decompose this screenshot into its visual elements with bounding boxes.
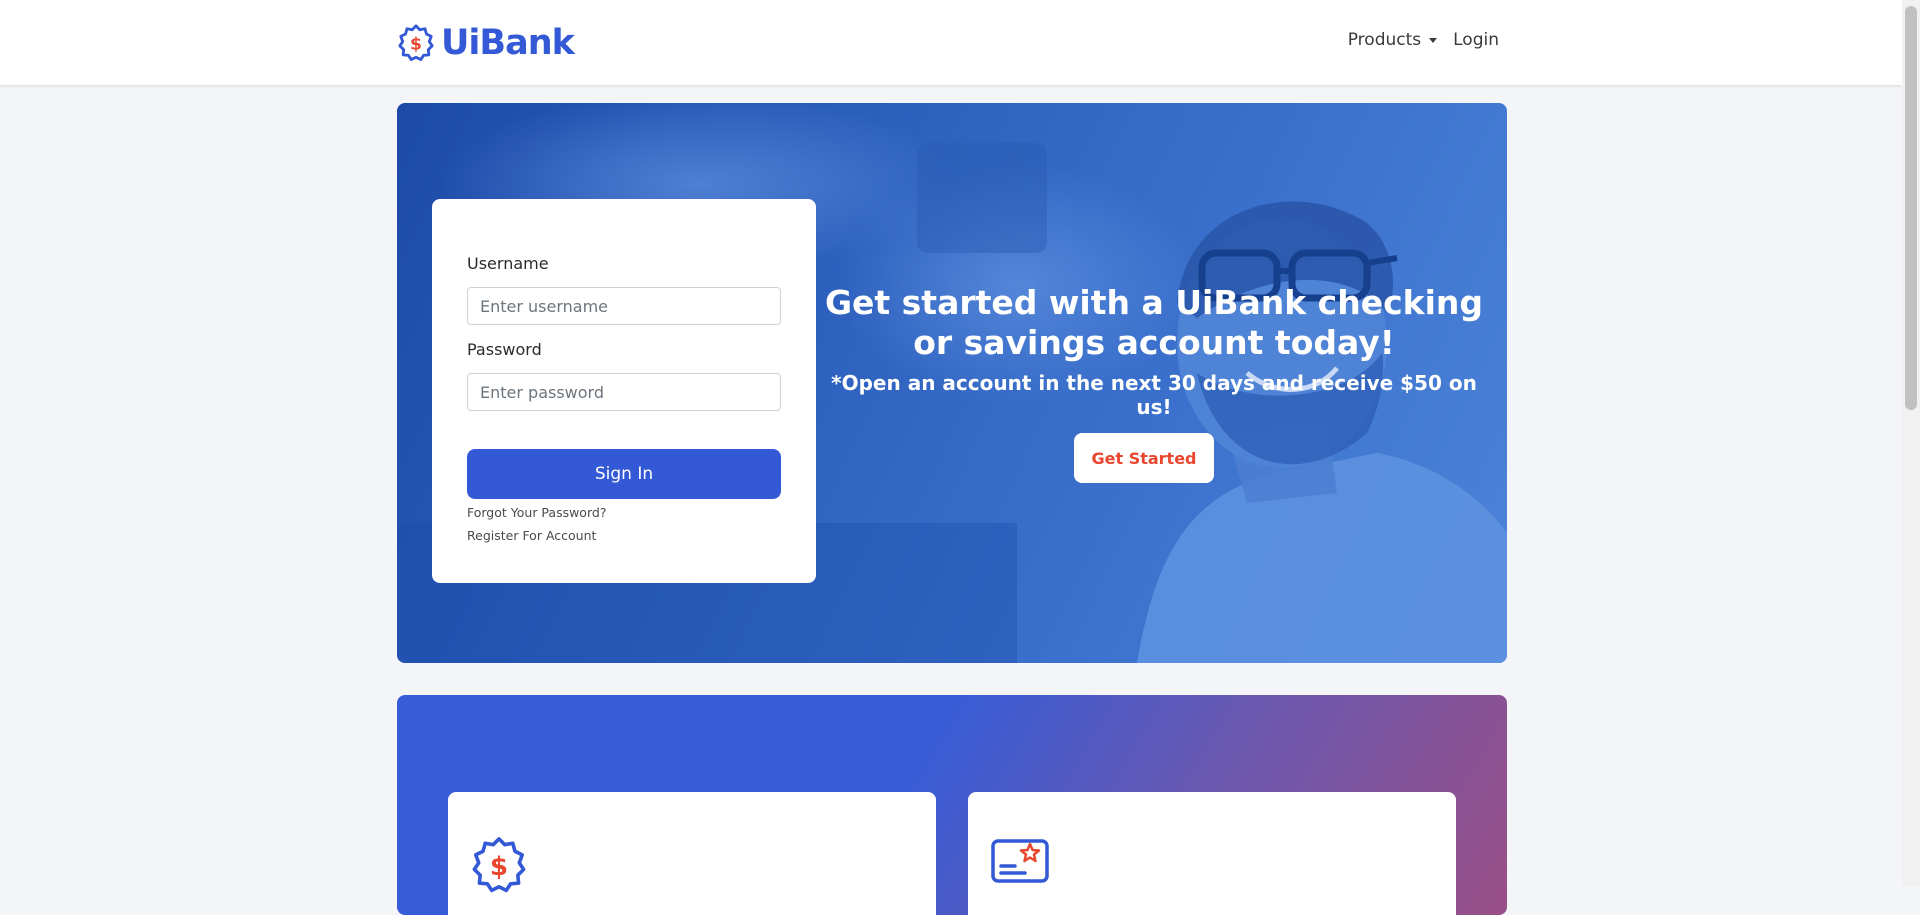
features-section: $ <box>397 695 1507 915</box>
get-started-button[interactable]: Get Started <box>1074 433 1214 483</box>
svg-text:$: $ <box>410 35 422 55</box>
hero-banner: Username Password Sign In Forgot Your Pa… <box>397 103 1507 663</box>
feature-card-accounts: $ <box>448 792 936 915</box>
products-label: Products <box>1347 30 1422 50</box>
forgot-password-link[interactable]: Forgot Your Password? <box>467 505 606 520</box>
sign-in-button[interactable]: Sign In <box>467 449 781 499</box>
login-link[interactable]: Login <box>1453 30 1499 50</box>
username-input[interactable] <box>467 287 781 325</box>
caret-down-icon <box>1429 37 1438 43</box>
scrollbar-thumb[interactable] <box>1905 6 1917 410</box>
dollar-badge-icon: $ <box>398 24 434 62</box>
login-card: Username Password Sign In Forgot Your Pa… <box>432 199 816 583</box>
products-dropdown[interactable]: Products <box>1347 30 1438 50</box>
hero-subtitle: *Open an account in the next 30 days and… <box>831 371 1477 419</box>
password-input[interactable] <box>467 373 781 411</box>
register-link[interactable]: Register For Account <box>467 528 596 543</box>
brand-logo[interactable]: $ UiBank <box>397 22 575 64</box>
username-label: Username <box>467 254 549 273</box>
password-label: Password <box>467 340 542 359</box>
dollar-badge-icon: $ <box>472 837 526 893</box>
top-navbar: $ UiBank Products Login <box>0 0 1902 85</box>
feature-card-cards <box>968 792 1456 915</box>
page-scrollbar[interactable] <box>1902 0 1920 886</box>
nav-menu: Products Login <box>1348 30 1499 50</box>
id-card-star-icon <box>991 839 1049 883</box>
svg-text:$: $ <box>490 852 508 882</box>
hero-copy: Get started with a UiBank checking or sa… <box>824 283 1484 419</box>
brand-name: UiBank <box>441 23 575 63</box>
hero-title: Get started with a UiBank checking or sa… <box>824 283 1484 362</box>
